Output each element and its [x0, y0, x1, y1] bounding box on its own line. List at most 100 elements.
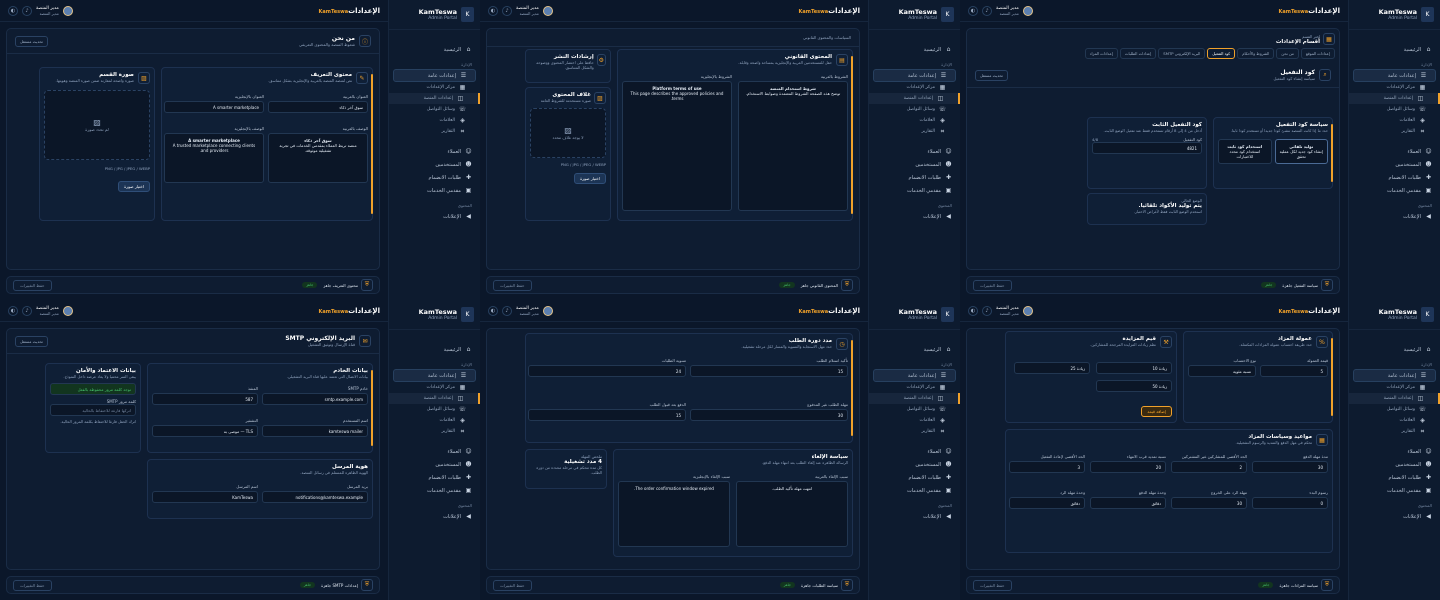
bell-icon[interactable]: ♪: [22, 5, 32, 16]
bell-icon[interactable]: ♪: [502, 5, 512, 16]
increment-row[interactable]: زيادة 50: [1096, 380, 1172, 392]
nav-join[interactable]: ✚ طلبات الانضمام: [869, 471, 960, 484]
nav-sub-item[interactable]: ☏ وسائل التواصل: [1349, 404, 1440, 415]
nav-users[interactable]: ☻ المستخدمين: [869, 158, 960, 171]
nav-providers[interactable]: ▣ مقدمي الخدمات: [869, 484, 960, 497]
settings-tab[interactable]: إعدادات المزاد: [1084, 48, 1118, 59]
nav-home[interactable]: ⌂ الرئيسية: [389, 343, 480, 356]
nav-users[interactable]: ☻ المستخدمين: [1349, 158, 1440, 171]
nav-sub-item[interactable]: ☏ وسائل التواصل: [1349, 104, 1440, 115]
text-input[interactable]: 24: [528, 365, 686, 377]
bell-icon[interactable]: ♪: [982, 305, 992, 316]
ar-desc-editor[interactable]: سوق آخر ذكاء منصة تربط العملاء بمقدمي الخ…: [268, 133, 368, 183]
avatar[interactable]: [62, 5, 73, 16]
nav-sub-item[interactable]: ⌗ التقارير: [1349, 126, 1440, 137]
text-input[interactable]: 5: [1260, 365, 1328, 377]
nav-general-settings[interactable]: ☰ إعدادات عامة: [873, 69, 956, 82]
nav-sub-item[interactable]: ▦ مركز الإعدادات: [389, 382, 480, 393]
nav-clients[interactable]: ☺ العملاء: [869, 445, 960, 458]
text-input[interactable]: 587: [152, 393, 258, 405]
nav-sub-item[interactable]: ⌗ التقارير: [869, 426, 960, 437]
nav-general-settings[interactable]: ☰ إعدادات عامة: [873, 369, 956, 382]
theme-toggle-icon[interactable]: ◐: [488, 5, 498, 16]
text-input[interactable]: 2: [1171, 461, 1247, 473]
settings-tab[interactable]: إعدادات الموقع: [1300, 48, 1335, 59]
text-input[interactable]: 20: [1090, 461, 1166, 473]
upload-button[interactable]: اختيار صورة: [118, 181, 150, 192]
nav-join[interactable]: ✚ طلبات الانضمام: [869, 171, 960, 184]
text-input[interactable]: kamteswa mailer: [262, 425, 368, 437]
nav-general-settings[interactable]: ☰ إعدادات عامة: [393, 369, 476, 382]
image-dropzone[interactable]: ▨ لم تحدد صورة: [44, 90, 150, 160]
nav-sub-item[interactable]: ☏ وسائل التواصل: [869, 104, 960, 115]
nav-clients[interactable]: ☺ العملاء: [389, 145, 480, 158]
nav-sub-item[interactable]: ◫ إعدادات المنصة: [389, 93, 480, 104]
fixed-code-input[interactable]: 4821: [1092, 142, 1202, 154]
increment-row[interactable]: زيادة 25: [1014, 362, 1090, 374]
nav-sub-item[interactable]: ◈ العلامات: [389, 415, 480, 426]
avatar[interactable]: [62, 305, 73, 316]
nav-sub-item[interactable]: ◫ إعدادات المنصة: [389, 393, 480, 404]
nav-sub-item[interactable]: ☏ وسائل التواصل: [869, 404, 960, 415]
nav-sub-item[interactable]: ▦ مركز الإعدادات: [389, 82, 480, 93]
fixed-option[interactable]: استخدام كود ثابت استخدام كود محدد للاختبا…: [1218, 139, 1272, 164]
nav-sub-item[interactable]: ▦ مركز الإعدادات: [869, 382, 960, 393]
nav-sub-item[interactable]: ⌗ التقارير: [869, 126, 960, 137]
nav-general-settings[interactable]: ☰ إعدادات عامة: [1353, 369, 1436, 382]
bell-icon[interactable]: ♪: [502, 305, 512, 316]
text-input[interactable]: TLS — موصى به: [152, 425, 258, 437]
settings-tab[interactable]: البريد الإلكتروني SMTP: [1158, 48, 1206, 59]
nav-providers[interactable]: ▣ مقدمي الخدمات: [389, 484, 480, 497]
theme-toggle-icon[interactable]: ◐: [968, 5, 978, 16]
text-input[interactable]: 15: [690, 365, 848, 377]
nav-sub-item[interactable]: ▦ مركز الإعدادات: [1349, 82, 1440, 93]
nav-home[interactable]: ⌂ الرئيسية: [1349, 343, 1440, 356]
nav-join[interactable]: ✚ طلبات الانضمام: [1349, 471, 1440, 484]
theme-toggle-icon[interactable]: ◐: [8, 305, 18, 316]
nav-sub-item[interactable]: ◈ العلامات: [389, 115, 480, 126]
nav-sub-item[interactable]: ⌗ التقارير: [1349, 426, 1440, 437]
text-input[interactable]: نسبة مئوية: [1188, 365, 1256, 377]
nav-sub-item[interactable]: ◫ إعدادات المنصة: [869, 93, 960, 104]
nav-join[interactable]: ✚ طلبات الانضمام: [389, 471, 480, 484]
save-button[interactable]: حفظ التغييرات: [493, 279, 532, 291]
nav-sub-item[interactable]: ◫ إعدادات المنصة: [1349, 393, 1440, 404]
nav-ads[interactable]: ◀ الإعلانات: [869, 510, 960, 523]
nav-join[interactable]: ✚ طلبات الانضمام: [1349, 171, 1440, 184]
avatar[interactable]: [542, 5, 553, 16]
text-input[interactable]: A smarter marketplace: [164, 101, 264, 113]
settings-tab[interactable]: الشروط والأحكام: [1237, 48, 1275, 59]
nav-clients[interactable]: ☺ العملاء: [869, 145, 960, 158]
text-input[interactable]: 3: [1009, 461, 1085, 473]
nav-ads[interactable]: ◀ الإعلانات: [389, 510, 480, 523]
nav-sub-item[interactable]: ◫ إعدادات المنصة: [869, 393, 960, 404]
en-desc-editor[interactable]: A smarter marketplace A trusted marketpla…: [164, 133, 264, 183]
bell-icon[interactable]: ♪: [22, 305, 32, 316]
en-terms-editor[interactable]: Platform terms of use This page describes…: [622, 81, 732, 211]
theme-toggle-icon[interactable]: ◐: [968, 305, 978, 316]
increment-row[interactable]: زيادة 10: [1096, 362, 1172, 374]
nav-sub-item[interactable]: ▦ مركز الإعدادات: [1349, 382, 1440, 393]
nav-clients[interactable]: ☺ العملاء: [389, 445, 480, 458]
settings-tab[interactable]: إعدادات الطلبات: [1119, 48, 1157, 59]
save-button[interactable]: حفظ التغييرات: [13, 279, 52, 291]
nav-users[interactable]: ☻ المستخدمين: [869, 458, 960, 471]
nav-ads[interactable]: ◀ الإعلانات: [1349, 510, 1440, 523]
upload-button[interactable]: اختيار صورة: [574, 173, 606, 184]
settings-tab[interactable]: كود التفعيل: [1207, 48, 1236, 59]
nav-join[interactable]: ✚ طلبات الانضمام: [389, 171, 480, 184]
en-reason-editor[interactable]: The order confirmation window expired.: [618, 481, 730, 547]
nav-providers[interactable]: ▣ مقدمي الخدمات: [1349, 184, 1440, 197]
nav-general-settings[interactable]: ☰ إعدادات عامة: [1353, 69, 1436, 82]
nav-general-settings[interactable]: ☰ إعدادات عامة: [393, 69, 476, 82]
nav-sub-item[interactable]: ⌗ التقارير: [389, 426, 480, 437]
nav-sub-item[interactable]: ◈ العلامات: [869, 415, 960, 426]
nav-users[interactable]: ☻ المستخدمين: [1349, 458, 1440, 471]
nav-ads[interactable]: ◀ الإعلانات: [869, 210, 960, 223]
text-input[interactable]: 30: [1252, 461, 1328, 473]
ar-terms-editor[interactable]: شروط استخدام المنصة توضح هذه الصفحة الشرو…: [738, 81, 848, 211]
avatar[interactable]: [1022, 5, 1033, 16]
nav-users[interactable]: ☻ المستخدمين: [389, 458, 480, 471]
settings-tab[interactable]: من نحن: [1276, 48, 1299, 59]
theme-toggle-icon[interactable]: ◐: [8, 5, 18, 16]
